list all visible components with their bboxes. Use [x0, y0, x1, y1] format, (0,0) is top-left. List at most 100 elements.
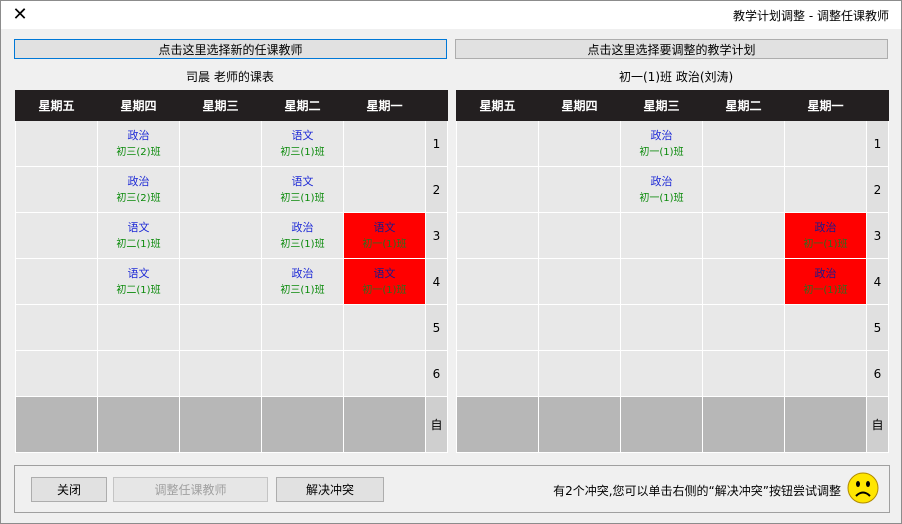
empty-cell[interactable]: [538, 350, 621, 397]
empty-cell[interactable]: [620, 350, 703, 397]
empty-cell[interactable]: [97, 350, 180, 397]
empty-cell[interactable]: [784, 350, 867, 397]
period-label: 4: [425, 258, 448, 305]
empty-cell[interactable]: [97, 304, 180, 351]
empty-cell[interactable]: [15, 396, 98, 453]
empty-cell[interactable]: [456, 350, 539, 397]
empty-cell[interactable]: [343, 396, 426, 453]
empty-cell[interactable]: [784, 120, 867, 167]
select-plan-button[interactable]: 点击这里选择要调整的教学计划: [455, 39, 888, 59]
empty-cell[interactable]: [702, 396, 785, 453]
empty-cell[interactable]: [261, 350, 344, 397]
select-teacher-button[interactable]: 点击这里选择新的任课教师: [14, 39, 447, 59]
empty-cell[interactable]: [343, 120, 426, 167]
empty-cell[interactable]: [456, 166, 539, 213]
empty-cell[interactable]: [784, 166, 867, 213]
empty-cell[interactable]: [620, 396, 703, 453]
empty-cell[interactable]: [784, 304, 867, 351]
timetable-row: 自: [15, 396, 448, 453]
empty-cell[interactable]: [538, 212, 621, 259]
empty-cell[interactable]: [343, 166, 426, 213]
conflict-cell[interactable]: 政治 初一(1)班: [784, 258, 867, 305]
lesson-subject: 语文: [127, 266, 150, 280]
empty-cell[interactable]: [620, 258, 703, 305]
empty-cell[interactable]: [179, 258, 262, 305]
lesson-class: 初二(1)班: [116, 238, 161, 250]
empty-cell[interactable]: [343, 350, 426, 397]
period-label: 4: [866, 258, 889, 305]
empty-cell[interactable]: [15, 258, 98, 305]
resolve-conflict-button[interactable]: 解决冲突: [276, 477, 384, 502]
empty-cell[interactable]: [15, 350, 98, 397]
status-message: 有2个冲突,您可以单击右侧的“解决冲突”按钮尝试调整: [553, 484, 841, 498]
lesson-cell[interactable]: 政治 初三(1)班: [261, 212, 344, 259]
close-icon[interactable]: ✕: [9, 4, 31, 26]
lesson-cell[interactable]: 政治 初三(1)班: [261, 258, 344, 305]
empty-cell[interactable]: [538, 166, 621, 213]
adjust-teacher-button[interactable]: 调整任课教师: [113, 477, 268, 502]
conflict-cell[interactable]: 语文 初一(1)班: [343, 258, 426, 305]
period-label: 3: [866, 212, 889, 259]
lesson-cell[interactable]: 语文 初二(1)班: [97, 258, 180, 305]
weekday-header: 星期三: [620, 90, 703, 121]
period-label: 自: [866, 396, 889, 453]
empty-cell[interactable]: [15, 212, 98, 259]
teacher-timetable: 星期五 星期四 星期三 星期二 星期一 政治 初三(2)班 语文 初三(1)班 1 政治 初三(2)班…: [15, 90, 448, 453]
empty-cell[interactable]: [702, 120, 785, 167]
lesson-cell[interactable]: 政治 初三(2)班: [97, 120, 180, 167]
empty-cell[interactable]: [538, 396, 621, 453]
conflict-cell[interactable]: 政治 初一(1)班: [784, 212, 867, 259]
conflict-cell[interactable]: 语文 初一(1)班: [343, 212, 426, 259]
empty-cell[interactable]: [702, 304, 785, 351]
weekday-header: 星期四: [97, 90, 180, 121]
lesson-cell[interactable]: 语文 初三(1)班: [261, 120, 344, 167]
lesson-subject: 语文: [373, 220, 396, 234]
empty-cell[interactable]: [538, 304, 621, 351]
empty-cell[interactable]: [456, 258, 539, 305]
empty-cell[interactable]: [179, 212, 262, 259]
empty-cell[interactable]: [456, 120, 539, 167]
empty-cell[interactable]: [702, 212, 785, 259]
empty-cell[interactable]: [15, 120, 98, 167]
title-bar: 教学计划调整 - 调整任课教师 ✕: [1, 1, 901, 29]
empty-cell[interactable]: [179, 396, 262, 453]
empty-cell[interactable]: [179, 350, 262, 397]
empty-cell[interactable]: [456, 396, 539, 453]
empty-cell[interactable]: [97, 396, 180, 453]
empty-cell[interactable]: [179, 304, 262, 351]
empty-cell[interactable]: [620, 304, 703, 351]
lesson-class: 初三(2)班: [116, 146, 161, 158]
lesson-cell[interactable]: 政治 初一(1)班: [620, 166, 703, 213]
empty-cell[interactable]: [538, 120, 621, 167]
lesson-cell[interactable]: 语文 初二(1)班: [97, 212, 180, 259]
empty-cell[interactable]: [261, 304, 344, 351]
empty-cell[interactable]: [784, 396, 867, 453]
empty-cell[interactable]: [15, 166, 98, 213]
close-button[interactable]: 关闭: [31, 477, 107, 502]
lesson-subject: 政治: [291, 266, 314, 280]
empty-cell[interactable]: [343, 304, 426, 351]
weekday-header: 星期二: [261, 90, 344, 121]
empty-cell[interactable]: [702, 258, 785, 305]
empty-cell[interactable]: [15, 304, 98, 351]
empty-cell[interactable]: [620, 212, 703, 259]
empty-cell[interactable]: [179, 166, 262, 213]
lesson-subject: 政治: [814, 220, 837, 234]
empty-cell[interactable]: [179, 120, 262, 167]
period-label: 2: [866, 166, 889, 213]
empty-cell[interactable]: [702, 166, 785, 213]
lesson-cell[interactable]: 政治 初三(2)班: [97, 166, 180, 213]
empty-cell[interactable]: [702, 350, 785, 397]
weekday-header: 星期三: [179, 90, 262, 121]
weekday-header: 星期一: [343, 90, 426, 121]
period-label: 6: [425, 350, 448, 397]
empty-cell[interactable]: [261, 396, 344, 453]
weekday-header: 星期五: [15, 90, 98, 121]
weekday-header: 星期二: [702, 90, 785, 121]
empty-cell[interactable]: [456, 212, 539, 259]
empty-cell[interactable]: [456, 304, 539, 351]
lesson-class: 初三(2)班: [116, 192, 161, 204]
lesson-cell[interactable]: 政治 初一(1)班: [620, 120, 703, 167]
lesson-cell[interactable]: 语文 初三(1)班: [261, 166, 344, 213]
empty-cell[interactable]: [538, 258, 621, 305]
